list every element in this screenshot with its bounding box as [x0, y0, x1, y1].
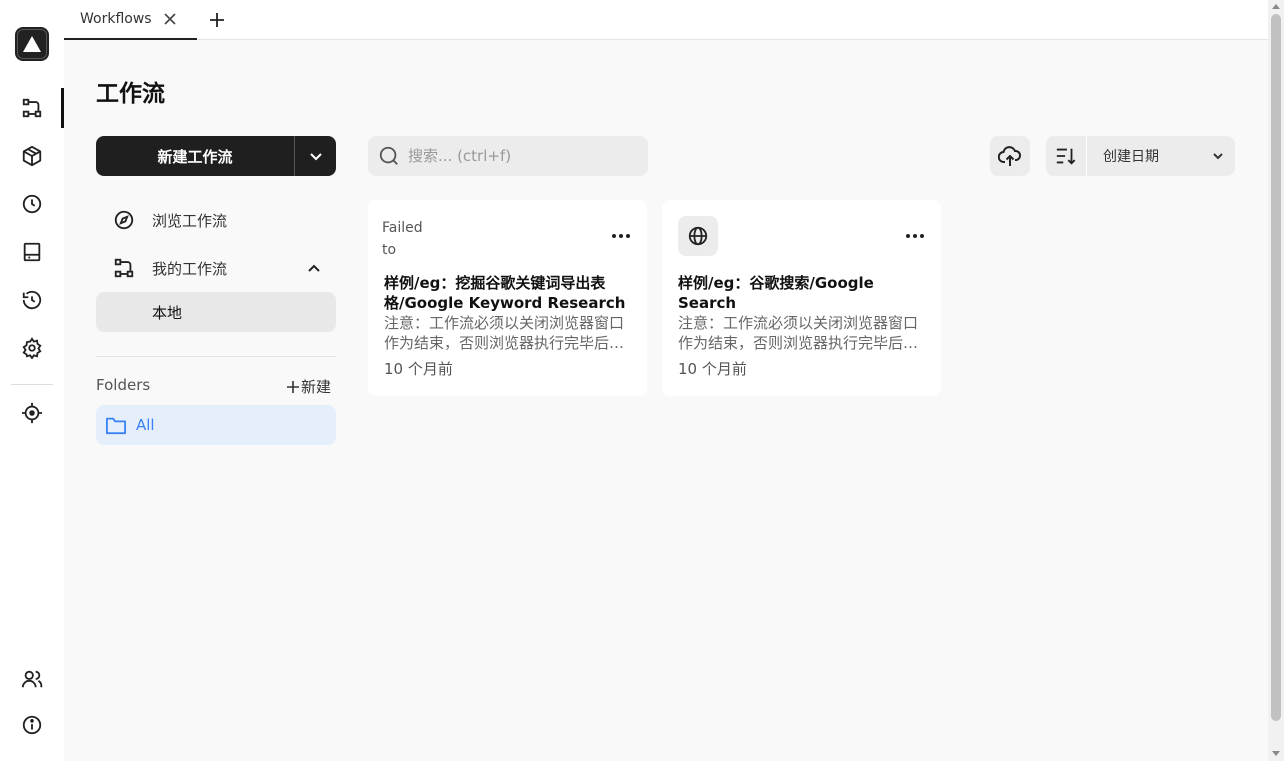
- workflow-title: 样例/eg：谷歌搜索/Google Search: [678, 274, 874, 312]
- info-icon[interactable]: [20, 713, 44, 737]
- workflow-description: 注意：工作流必须以关闭浏览器窗口作为结束，否则浏览器执行完毕后不会自动关闭: [678, 314, 919, 352]
- sidebar-item-local[interactable]: 本地: [96, 292, 336, 332]
- tab-label: Workflows: [80, 11, 152, 27]
- search-bar: [368, 136, 648, 176]
- app-logo[interactable]: [15, 27, 49, 61]
- nav-rail: [0, 0, 64, 761]
- clock-icon[interactable]: [20, 192, 44, 216]
- page-title: 工作流: [96, 81, 165, 107]
- history-icon[interactable]: [20, 288, 44, 312]
- sidebar-item-label: 我的工作流: [152, 259, 228, 278]
- sidebar-divider: [96, 356, 336, 357]
- sidebar-item-browse[interactable]: 浏览工作流: [96, 200, 336, 240]
- sort-control: 创建日期: [1046, 136, 1235, 176]
- scroll-down-icon[interactable]: [1272, 751, 1280, 756]
- chevron-down-icon[interactable]: [1201, 150, 1235, 162]
- new-workflow-dropdown-button[interactable]: [295, 136, 336, 176]
- sidebar-item-my-workflows[interactable]: 我的工作流: [96, 248, 336, 288]
- workflow-description: 注意：工作流必须以关闭浏览器窗口作为结束，否则浏览器执行完毕后不会自动关闭: [384, 314, 625, 352]
- plus-icon: [287, 380, 299, 393]
- sort-icon: [1056, 148, 1076, 165]
- crosshair-icon[interactable]: [20, 401, 44, 425]
- search-icon: [368, 145, 408, 167]
- storage-icon[interactable]: [20, 240, 44, 264]
- folder-all[interactable]: All: [96, 405, 336, 445]
- folder-icon: [96, 415, 136, 435]
- scrollbar-thumb[interactable]: [1271, 14, 1281, 721]
- sidebar-item-label: 浏览工作流: [152, 211, 228, 230]
- sort-select-value[interactable]: 创建日期: [1087, 146, 1201, 166]
- settings-icon[interactable]: [20, 336, 44, 360]
- new-workflow-button[interactable]: 新建工作流: [96, 136, 295, 176]
- package-icon[interactable]: [20, 144, 44, 168]
- more-options-icon[interactable]: [609, 224, 633, 248]
- import-workflow-button[interactable]: [990, 136, 1030, 176]
- folders-heading: Folders: [96, 376, 151, 394]
- workflow-icon: [96, 257, 152, 279]
- rail-active-indicator: [61, 88, 64, 128]
- add-tab-button[interactable]: [206, 9, 228, 31]
- scrollbar[interactable]: [1268, 0, 1284, 761]
- workflow-time: 10 个月前: [384, 360, 453, 378]
- folder-label: All: [136, 416, 155, 434]
- search-input[interactable]: [408, 147, 638, 165]
- new-folder-button[interactable]: 新建: [287, 376, 331, 397]
- workflow-card[interactable]: 样例/eg：谷歌搜索/Google Search 注意：工作流必须以关闭浏览器窗…: [662, 200, 941, 396]
- workflow-title: 样例/eg：挖掘谷歌关键词导出表格/Google Keyword Researc…: [384, 274, 626, 312]
- scroll-up-icon[interactable]: [1272, 4, 1280, 9]
- globe-icon: [678, 216, 718, 256]
- rail-divider: [11, 384, 53, 385]
- rail-workflows-icon[interactable]: [20, 96, 44, 120]
- close-icon[interactable]: [161, 10, 179, 28]
- new-folder-label: 新建: [301, 378, 332, 396]
- compass-icon: [96, 209, 152, 231]
- tab-bar: Workflows: [64, 0, 1268, 40]
- new-workflow-split-button: 新建工作流: [96, 136, 336, 176]
- users-icon[interactable]: [20, 667, 44, 691]
- cloud-upload-icon: [998, 146, 1022, 166]
- workflow-thumbnail: Failed to: [382, 220, 422, 257]
- tab-workflows[interactable]: Workflows: [64, 0, 197, 40]
- workflow-time: 10 个月前: [678, 360, 747, 378]
- more-options-icon[interactable]: [903, 224, 927, 248]
- sort-direction-button[interactable]: [1046, 136, 1087, 176]
- chevron-up-icon[interactable]: [306, 260, 322, 280]
- workflow-card[interactable]: Failed to 样例/eg：挖掘谷歌关键词导出表格/Google Keywo…: [368, 200, 647, 396]
